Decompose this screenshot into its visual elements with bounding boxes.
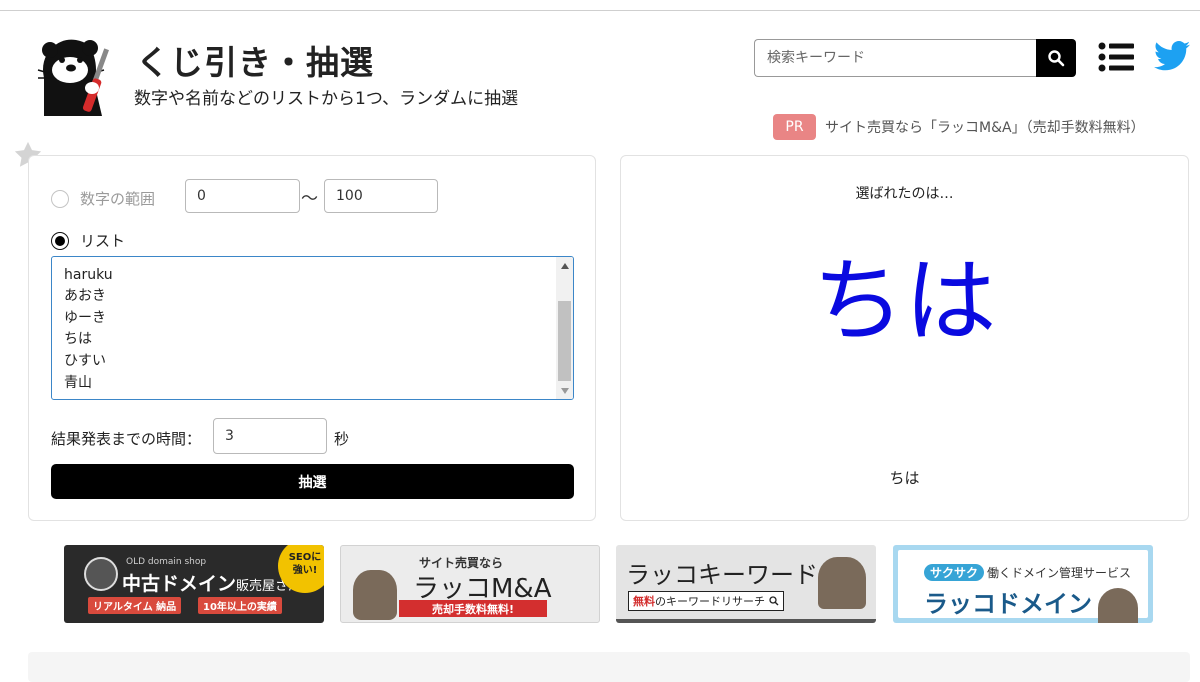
- list-label: リスト: [80, 232, 126, 250]
- list-item: haruku: [64, 266, 113, 283]
- banner-tag: リアルタイム 納品: [88, 597, 182, 614]
- banner-subtitle: サクサク 働くドメイン管理サービス: [924, 564, 1131, 581]
- time-label: 結果発表までの時間：: [51, 430, 202, 448]
- pr-badge: PR: [773, 114, 816, 140]
- otter-illustration: [1098, 588, 1138, 623]
- list-scrollbar[interactable]: [556, 257, 573, 399]
- banner-title: ラッコドメイン: [924, 590, 1092, 618]
- pr-text: サイト売買なら「ラッコM&A」（売却手数料無料）: [825, 120, 1145, 136]
- banner-inner: サクサク 働くドメイン管理サービス ラッコドメイン: [898, 550, 1148, 623]
- result-winner-large: ちは: [812, 248, 997, 355]
- banner-small-text: OLD domain shop: [126, 557, 207, 567]
- twitter-icon[interactable]: [1154, 40, 1190, 72]
- list-item: ひすい: [64, 352, 106, 369]
- range-separator: 〜: [301, 189, 318, 209]
- result-panel: 選ばれたのは… ちは ちは: [620, 155, 1189, 521]
- range-min-input[interactable]: [185, 179, 300, 213]
- otter-avatar: [84, 557, 118, 591]
- list-radio-button[interactable]: [51, 231, 69, 250]
- search-icon: [1048, 50, 1065, 67]
- time-input[interactable]: [213, 418, 327, 454]
- range-radio[interactable]: 数字の範囲: [51, 188, 155, 209]
- banner-rakko-keyword[interactable]: ラッコキーワード 無料 のキーワードリサーチ: [616, 545, 876, 623]
- banner-tag: 10年以上の実績: [198, 597, 282, 614]
- time-unit: 秒: [334, 430, 350, 448]
- list-textarea[interactable]: akira haruku あおき ゆーき ちは ひすい 青山: [51, 256, 574, 400]
- result-winner-small: ちは: [889, 469, 920, 487]
- list-item: akira: [64, 257, 113, 265]
- list-item: 青山: [64, 374, 92, 391]
- scroll-up-arrow[interactable]: [556, 257, 573, 274]
- pr-link[interactable]: PR サイト売買なら「ラッコM&A」（売却手数料無料）: [773, 114, 1145, 140]
- range-radio-button[interactable]: [51, 189, 69, 208]
- lottery-settings-panel: 数字の範囲 〜 リスト akira haruku あおき ゆーき ちは ひすい …: [28, 155, 596, 521]
- result-label: 選ばれたのは…: [855, 186, 954, 202]
- page-subtitle: 数字や名前などのリストから1つ、ランダムに抽選: [134, 89, 519, 109]
- range-max-input[interactable]: [324, 179, 438, 213]
- draw-button[interactable]: 抽選: [51, 464, 574, 499]
- otter-logo[interactable]: [30, 30, 122, 116]
- otter-illustration: [353, 570, 397, 620]
- scroll-down-arrow[interactable]: [556, 382, 573, 399]
- search-button[interactable]: [1036, 39, 1076, 77]
- banner-ribbon: 売却手数料無料!: [399, 600, 547, 617]
- triangle-down-icon: [560, 387, 569, 394]
- triangle-up-icon: [560, 262, 569, 269]
- list-item: あおき: [64, 288, 106, 305]
- search-input[interactable]: [754, 39, 1036, 77]
- banner-used-domain-shop[interactable]: OLD domain shop 中古ドメイン販売屋さん リアルタイム 納品 10…: [64, 545, 324, 623]
- menu-list-icon[interactable]: [1098, 42, 1134, 72]
- banner-title: 中古ドメイン販売屋さん: [122, 573, 302, 595]
- list-item: ゆーき: [64, 309, 106, 326]
- list-item: ちは: [64, 331, 92, 348]
- banner-rakko-domain[interactable]: サクサク 働くドメイン管理サービス ラッコドメイン: [893, 545, 1153, 623]
- banner-subtitle: 無料 のキーワードリサーチ: [628, 591, 784, 611]
- page-title: くじ引き・抽選: [136, 43, 374, 82]
- scroll-thumb[interactable]: [558, 301, 571, 381]
- list-lines: akira haruku あおき ゆーき ちは ひすい 青山: [64, 257, 113, 394]
- range-label: 数字の範囲: [80, 190, 156, 208]
- banner-rakko-ma[interactable]: サイト売買なら ラッコM&A 売却手数料無料!: [340, 545, 600, 623]
- banner-title: ラッコキーワード: [626, 561, 818, 589]
- search-form: [754, 39, 1076, 77]
- footer-area: [28, 652, 1190, 682]
- otter-illustration: [818, 557, 866, 609]
- top-divider: [0, 10, 1200, 11]
- search-icon: [769, 596, 779, 606]
- list-radio[interactable]: リスト: [51, 230, 125, 251]
